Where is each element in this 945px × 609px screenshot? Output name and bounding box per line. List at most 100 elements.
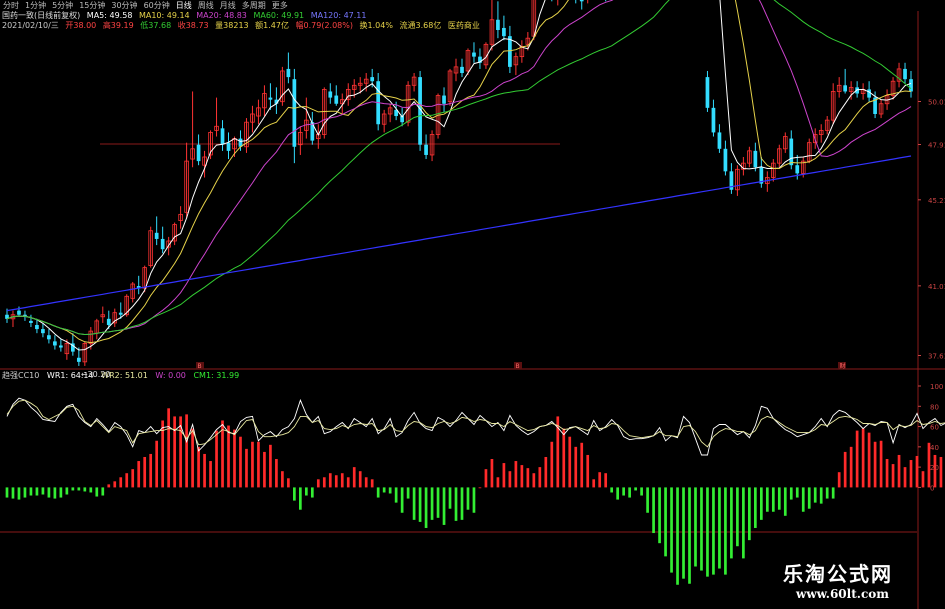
indicator-bar: [562, 428, 566, 488]
low-price-label: ←30.20: [81, 370, 111, 379]
indicator-bar: [670, 487, 673, 573]
indicator-bar: [107, 484, 111, 488]
candle-body: [196, 144, 201, 162]
indicator-bar: [795, 487, 799, 498]
indicator-bar: [634, 487, 637, 491]
watermark-cn: 乐淘公式网: [783, 562, 893, 586]
indicator-bar: [442, 487, 446, 525]
wr1-line: [6, 397, 945, 456]
indicator-bar: [215, 430, 218, 488]
indicator-bar: [514, 461, 518, 488]
candle-body: [292, 79, 297, 147]
indicator-bar: [209, 461, 212, 488]
indicator-bar: [430, 487, 434, 520]
indicator-bar: [825, 487, 829, 499]
candle-body: [328, 91, 333, 98]
indicator-bar: [891, 464, 895, 488]
indicator-bar: [861, 428, 865, 488]
indicator-bar: [610, 487, 614, 493]
indicator-bar: [490, 459, 494, 488]
candle-body: [17, 310, 21, 315]
indicator-bar: [508, 471, 512, 488]
candle-body: [118, 312, 123, 315]
indicator-bar: [131, 469, 135, 488]
indicator-bar: [406, 487, 410, 499]
indicator-bar: [113, 481, 117, 488]
indicator-bar: [718, 487, 721, 569]
indicator-bar: [897, 454, 901, 488]
stock-chart[interactable]: 50.01 47.91 45.21 41.01 37.61 100 80 60 40 20 0 ←3…: [0, 0, 945, 609]
indicator-bar: [71, 487, 75, 491]
indicator-bar: [376, 487, 380, 498]
indicator-bar: [640, 487, 643, 496]
candle-body: [154, 232, 159, 239]
indicator-bar: [873, 441, 877, 488]
indicator-bar: [89, 487, 93, 493]
ma120-line: [6, 155, 912, 312]
indicator-bar: [125, 473, 129, 488]
indicator-bar: [909, 460, 913, 488]
candle-body: [370, 77, 375, 82]
indicator-bar: [173, 416, 176, 488]
event-marker-2: B: [516, 363, 520, 370]
indicator-bar: [550, 441, 554, 488]
indicator-bar: [101, 487, 105, 496]
price-tick-label: 37.61: [928, 353, 945, 361]
price-tick-label: 47.91: [928, 142, 945, 150]
indicator-bar: [29, 487, 33, 496]
indicator-bar: [203, 453, 206, 488]
ind-tick-label: 0: [930, 484, 934, 492]
indicator-bar: [83, 487, 87, 492]
indicator-bar: [592, 479, 596, 488]
indicator-bar: [382, 487, 386, 493]
indicator-bar: [269, 444, 272, 488]
candle-body: [717, 132, 722, 149]
indicator-bar: [478, 487, 482, 489]
indicator-bar: [700, 487, 703, 571]
ind-tick-label: 40: [930, 444, 939, 452]
candle-body: [286, 68, 291, 78]
wr2-line: [6, 399, 945, 448]
indicator-bar: [586, 454, 590, 488]
indicator-bar: [694, 487, 697, 567]
candle-body: [753, 150, 758, 168]
event-marker-1: B: [198, 363, 202, 370]
ind-tick-label: 20: [930, 464, 939, 472]
indicator-bar: [119, 477, 123, 488]
candle-body: [442, 95, 446, 104]
indicator-bar: [502, 463, 506, 488]
event-marker-3: 财: [840, 362, 846, 370]
indicator-bar: [263, 451, 266, 488]
price-tick-label: 41.01: [928, 283, 945, 291]
candle-body: [795, 165, 800, 174]
candle-body: [226, 142, 231, 151]
indicator-bar: [754, 487, 757, 528]
indicator-bar: [652, 487, 655, 534]
indicator-bar: [604, 473, 608, 488]
indicator-bar: [299, 487, 302, 510]
candle-body: [711, 107, 716, 133]
price-tick-label: 50.01: [928, 98, 945, 106]
ind-tick-label: 60: [930, 424, 939, 432]
indicator-bar: [484, 469, 488, 488]
indicator-bar: [418, 487, 422, 522]
indicator-bar: [233, 429, 236, 488]
indicator-bar: [622, 487, 625, 496]
indicator-bar: [867, 432, 871, 488]
indicator-bar: [777, 487, 781, 510]
indicator-bar: [544, 456, 548, 488]
indicator-bar: [370, 479, 374, 488]
indicator-bar: [328, 473, 332, 488]
indicator-bar: [921, 471, 925, 488]
indicator-bar: [730, 487, 733, 559]
indicator-bar: [813, 487, 817, 503]
candle-body: [160, 238, 165, 250]
indicator-bar: [783, 487, 787, 516]
indicator-bar: [47, 487, 51, 498]
indicator-bar: [310, 487, 314, 498]
indicator-bar: [879, 440, 883, 488]
indicator-bar: [340, 473, 344, 488]
indicator-bar: [281, 471, 284, 488]
candle-body: [789, 138, 794, 166]
indicator-bar: [454, 487, 458, 521]
